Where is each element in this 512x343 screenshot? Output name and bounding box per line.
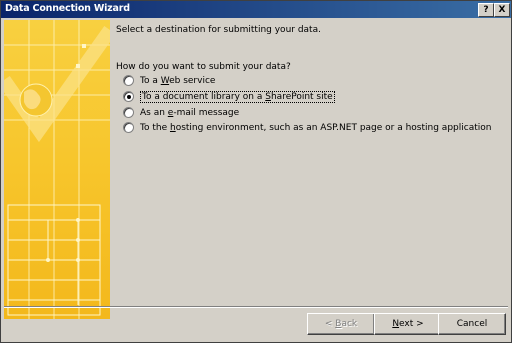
cancel-button[interactable]: Cancel	[438, 313, 506, 335]
radio-web-service[interactable]	[123, 75, 134, 86]
close-button[interactable]: X	[494, 3, 510, 17]
title-bar[interactable]: Data Connection Wizard ? X	[1, 1, 511, 18]
back-button[interactable]: < Back	[307, 313, 375, 335]
option-hosting[interactable]: To the hosting environment, such as an A…	[123, 121, 491, 134]
option-sharepoint-label: To a document library on a SharePoint si…	[140, 90, 335, 103]
option-email[interactable]: As an e-mail message	[123, 106, 239, 119]
submit-question: How do you want to submit your data?	[116, 62, 291, 72]
window-title: Data Connection Wizard	[5, 3, 130, 14]
footer-divider	[4, 306, 508, 308]
option-web-service[interactable]: To a Web service	[123, 74, 215, 87]
option-web-service-label: To a Web service	[140, 75, 216, 86]
option-email-label: As an e-mail message	[140, 107, 240, 118]
wizard-window: Data Connection Wizard ? X Select a dest…	[0, 0, 512, 343]
radio-email[interactable]	[123, 107, 134, 118]
radio-hosting[interactable]	[123, 122, 134, 133]
option-hosting-label: To the hosting environment, such as an A…	[140, 122, 492, 133]
help-button[interactable]: ?	[478, 3, 494, 17]
radio-sharepoint[interactable]	[123, 91, 134, 102]
option-sharepoint[interactable]: To a document library on a SharePoint si…	[123, 90, 335, 103]
wizard-banner-image	[4, 20, 110, 319]
next-button[interactable]: Next >	[374, 313, 442, 335]
intro-text: Select a destination for submitting your…	[116, 25, 321, 35]
